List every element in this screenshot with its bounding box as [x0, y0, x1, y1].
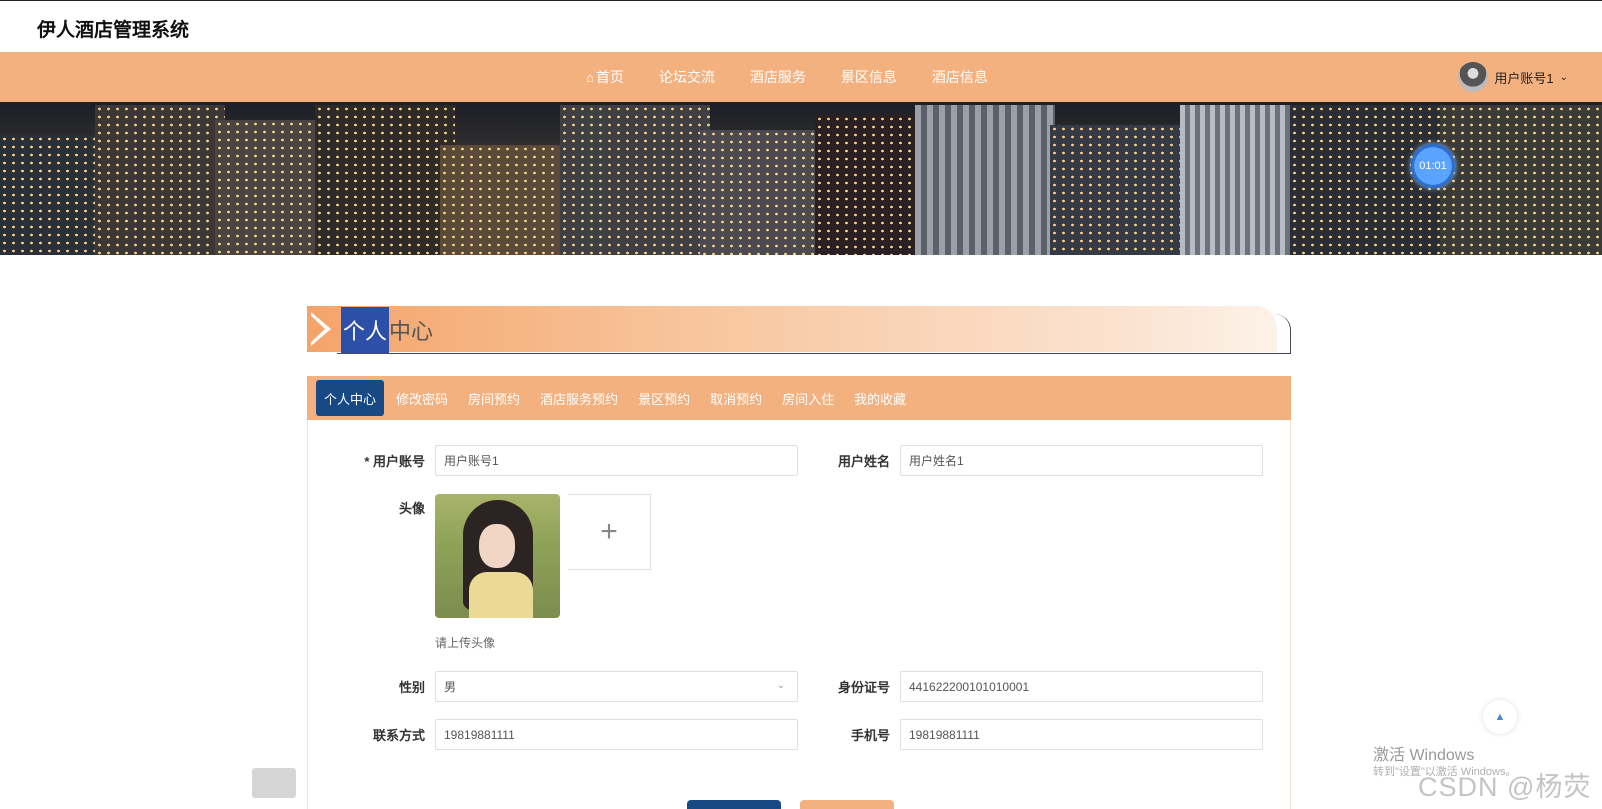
- page: 伊人酒店管理系统 ⌂ 首页 论坛交流 酒店服务 景区信息 酒店信息 用户账号1 …: [0, 0, 1602, 809]
- user-menu-label: 用户账号1: [1494, 70, 1554, 86]
- tab-room-booking[interactable]: 房间预约: [460, 380, 528, 416]
- nav-item-hotel-info[interactable]: 酒店信息: [932, 67, 988, 87]
- account-field[interactable]: 用户账号1: [435, 445, 798, 476]
- floating-side-button[interactable]: [252, 768, 296, 798]
- tab-bar: 个人中心 修改密码 房间预约 酒店服务预约 景区预约 取消预约 房间入住 我的收…: [307, 376, 1291, 420]
- nav-item-label: 首页: [595, 69, 624, 85]
- page-title-rest: 中心: [389, 319, 434, 344]
- idcard-label: 身份证号: [837, 680, 890, 695]
- floating-clock-badge[interactable]: 01:01: [1411, 144, 1455, 188]
- top-bar: 伊人酒店管理系统: [0, 0, 1602, 52]
- banner-image: [0, 102, 1602, 255]
- csdn-watermark: CSDN @杨荧: [1418, 772, 1592, 802]
- name-label: 用户姓名: [837, 454, 890, 469]
- home-icon: ⌂: [586, 69, 594, 85]
- gender-select[interactable]: 男 ⌄: [435, 671, 798, 702]
- upload-avatar-button[interactable]: +: [568, 494, 651, 570]
- chevron-down-icon: ⌄: [1559, 71, 1568, 83]
- nav-items: ⌂ 首页 论坛交流 酒店服务 景区信息 酒店信息: [586, 52, 1023, 102]
- section-header: 个人 中心: [307, 306, 1291, 356]
- user-menu[interactable]: 用户账号1 ⌄: [1458, 62, 1568, 92]
- phone-field[interactable]: 19819881111: [900, 719, 1263, 750]
- account-label: * 用户账号: [364, 454, 425, 469]
- contact-field[interactable]: 19819881111: [435, 719, 798, 750]
- contact-label: 联系方式: [372, 728, 425, 743]
- tab-room-checkin[interactable]: 房间入住: [774, 380, 842, 416]
- header-outline: [337, 314, 1291, 354]
- tab-cancel-booking[interactable]: 取消预约: [702, 380, 770, 416]
- windows-activation-text: 激活 Windows: [1373, 747, 1475, 764]
- tab-scenic-booking[interactable]: 景区预约: [630, 380, 698, 416]
- phone-label: 手机号: [850, 728, 890, 743]
- main-nav: ⌂ 首页 论坛交流 酒店服务 景区信息 酒店信息 用户账号1 ⌄: [0, 52, 1602, 102]
- page-title: 个人 中心: [341, 307, 434, 353]
- app-title: 伊人酒店管理系统: [37, 20, 190, 41]
- arrow-up-icon: ▲: [1494, 711, 1506, 723]
- idcard-field[interactable]: 441622200101010001: [900, 671, 1263, 702]
- avatar-label: 头像: [398, 501, 425, 516]
- tab-my-favorites[interactable]: 我的收藏: [846, 380, 914, 416]
- avatar-hint: 请上传头像: [435, 636, 496, 650]
- nav-item-home[interactable]: ⌂ 首页: [586, 67, 624, 87]
- nav-item-forum[interactable]: 论坛交流: [659, 67, 715, 87]
- page-title-selected: 个人: [341, 307, 390, 353]
- plus-icon: +: [600, 515, 618, 548]
- gender-select-value: 男: [444, 680, 457, 694]
- chevron-down-icon: ⌄: [776, 680, 785, 691]
- name-field[interactable]: 用户姓名1: [900, 445, 1263, 476]
- update-button[interactable]: [687, 800, 781, 809]
- avatar: [1458, 62, 1489, 92]
- avatar-image[interactable]: [435, 494, 560, 618]
- tab-hotel-service-booking[interactable]: 酒店服务预约: [532, 380, 626, 416]
- tab-change-password[interactable]: 修改密码: [388, 380, 456, 416]
- logout-button[interactable]: [800, 800, 894, 809]
- nav-item-hotel-service[interactable]: 酒店服务: [750, 67, 806, 87]
- tab-personal-center[interactable]: 个人中心: [316, 380, 385, 416]
- nav-item-scenic-info[interactable]: 景区信息: [841, 67, 897, 87]
- gender-label: 性别: [398, 680, 425, 695]
- back-to-top-button[interactable]: ▲: [1483, 700, 1517, 734]
